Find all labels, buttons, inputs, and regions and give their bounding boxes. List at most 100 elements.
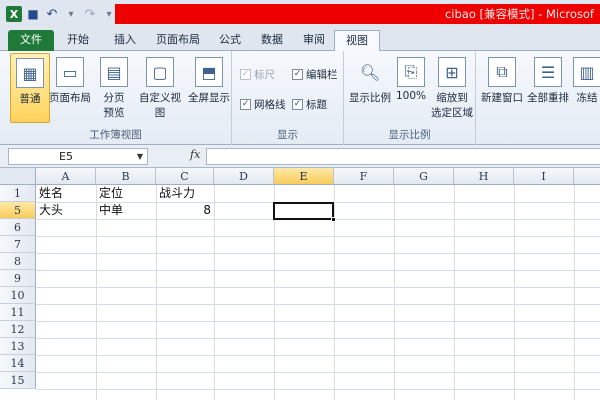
row-header-6[interactable]: 6 [0,219,36,236]
checkbox-check-icon: ✓ [292,99,303,110]
gridline [36,287,600,288]
gridline [36,372,600,373]
ruler-checkbox[interactable]: ✓ 标尺 [240,67,275,82]
zoom-button[interactable]: 🔍︎ 显示比例 [348,53,392,123]
gridline [36,253,600,254]
column-header-a[interactable]: A [36,168,96,185]
gridline [454,185,455,400]
checkbox-check-icon: ✓ [240,99,251,110]
group-workbook-views: ▦ 普通 ▭ 页面布局 ▤ 分页 预览 ▢ 自定义视图 ⬒ 全屏显示 工作簿视图 [0,51,232,145]
cell-a1[interactable]: 姓名 [37,185,95,202]
title-bar: X ■ ↶ ▾ ↷ ▾ cibao [兼容模式] - Microsof [0,0,600,28]
arrange-all-icon: ☰ [534,57,562,87]
save-icon[interactable]: ■ [25,6,41,22]
gridline [36,338,600,339]
ribbon-tabs: 文件 开始 插入 页面布局 公式 数据 审阅 视图 [0,28,600,52]
row-header-1[interactable]: 1 [0,185,36,202]
page-layout-icon: ▭ [56,57,84,87]
group-window: ⧉ 新建窗口 ☰ 全部重排 ▥ 冻结 [476,51,600,145]
gridline [36,270,600,271]
row-header-12[interactable]: 12 [0,321,36,338]
zoom-100-button[interactable]: ⎘ 100% [394,53,428,123]
cell-b1[interactable]: 定位 [97,185,155,202]
name-box-dropdown-icon[interactable]: ▼ [137,149,143,164]
redo-icon[interactable]: ↷ [82,6,98,22]
tab-review[interactable]: 审阅 [292,30,336,51]
cell-a5[interactable]: 大头 [37,202,95,219]
column-header-g[interactable]: G [394,168,454,185]
full-screen-icon: ⬒ [195,57,223,87]
column-header-c[interactable]: C [156,168,214,185]
new-window-icon: ⧉ [488,57,516,87]
gridline [394,185,395,400]
zoom-to-selection-button[interactable]: ⊞ 缩放到 选定区域 [430,53,474,123]
magnifier-icon: 🔍︎ [359,62,381,82]
custom-views-button[interactable]: ▢ 自定义视图 [134,53,186,123]
row-header-13[interactable]: 13 [0,338,36,355]
row-header-10[interactable]: 10 [0,287,36,304]
full-screen-button[interactable]: ⬒ 全屏显示 [188,53,230,123]
tab-data[interactable]: 数据 [250,30,294,51]
select-all-corner[interactable] [0,168,36,185]
cell-c5[interactable]: 8 [157,202,213,219]
tab-formulas[interactable]: 公式 [208,30,252,51]
column-header-f[interactable]: F [334,168,394,185]
page-layout-view-button[interactable]: ▭ 页面布局 [48,53,92,123]
gridline [36,321,600,322]
name-box[interactable]: E5 ▼ [8,148,148,165]
column-header-d[interactable]: D [214,168,274,185]
group-label-zoom: 显示比例 [388,129,431,141]
zoom-100-icon: ⎘ [397,57,425,87]
tab-home[interactable]: 开始 [56,30,100,51]
row-header-11[interactable]: 11 [0,304,36,321]
worksheet-grid[interactable]: A B C D E F G H I 1 5 6 7 8 9 10 11 12 1… [0,168,600,400]
formula-input[interactable] [206,148,600,165]
column-header-i[interactable]: I [514,168,574,185]
row-header-14[interactable]: 14 [0,355,36,372]
tab-view[interactable]: 视图 [334,30,380,52]
group-label-show: 显示 [277,129,298,141]
new-window-button[interactable]: ⧉ 新建窗口 [480,53,524,123]
freeze-panes-icon: ▥ [573,57,600,87]
insert-function-icon[interactable]: fx [190,148,200,161]
ribbon: ▦ 普通 ▭ 页面布局 ▤ 分页 预览 ▢ 自定义视图 ⬒ 全屏显示 工作簿视图… [0,51,600,145]
gridline [36,304,600,305]
formula-bar-checkbox[interactable]: ✓ 编辑栏 [292,67,338,82]
column-header-b[interactable]: B [96,168,156,185]
gridlines-checkbox[interactable]: ✓ 网格线 [240,97,286,112]
row-header-15[interactable]: 15 [0,372,36,389]
normal-view-icon: ▦ [16,58,44,88]
column-header-overflow[interactable] [574,168,600,185]
zoom-selection-icon: ⊞ [438,57,466,87]
checkbox-check-icon: ✓ [292,69,303,80]
headings-checkbox[interactable]: ✓ 标题 [292,97,327,112]
tab-insert[interactable]: 插入 [103,30,147,51]
gridline [36,389,600,390]
dropdown-arrow-icon[interactable]: ▾ [63,6,79,22]
checkbox-check-icon: ✓ [240,69,251,80]
gridline [214,185,215,400]
column-header-h[interactable]: H [454,168,514,185]
cell-b5[interactable]: 中单 [97,202,155,219]
fill-handle[interactable] [331,217,336,222]
row-header-7[interactable]: 7 [0,236,36,253]
cell-c1[interactable]: 战斗力 [157,185,213,202]
freeze-panes-button[interactable]: ▥ 冻结 [572,53,600,123]
row-header-9[interactable]: 9 [0,270,36,287]
arrange-all-button[interactable]: ☰ 全部重排 [526,53,570,123]
window-title: cibao [兼容模式] - Microsof [444,7,594,21]
custom-views-icon: ▢ [146,57,174,87]
excel-logo-icon[interactable]: X [6,6,22,22]
page-break-preview-button[interactable]: ▤ 分页 预览 [94,53,134,123]
tab-page-layout[interactable]: 页面布局 [145,30,211,51]
group-show: ✓ 标尺 ✓ 编辑栏 ✓ 网格线 ✓ 标题 显示 [232,51,344,145]
column-header-e[interactable]: E [274,168,334,185]
tab-file[interactable]: 文件 [8,30,54,51]
page-break-icon: ▤ [100,57,128,87]
undo-icon[interactable]: ↶ [44,6,60,22]
gridline [574,185,575,400]
row-header-5[interactable]: 5 [0,202,36,219]
row-header-8[interactable]: 8 [0,253,36,270]
active-cell-e5[interactable] [273,202,336,222]
normal-view-button[interactable]: ▦ 普通 [10,53,50,123]
